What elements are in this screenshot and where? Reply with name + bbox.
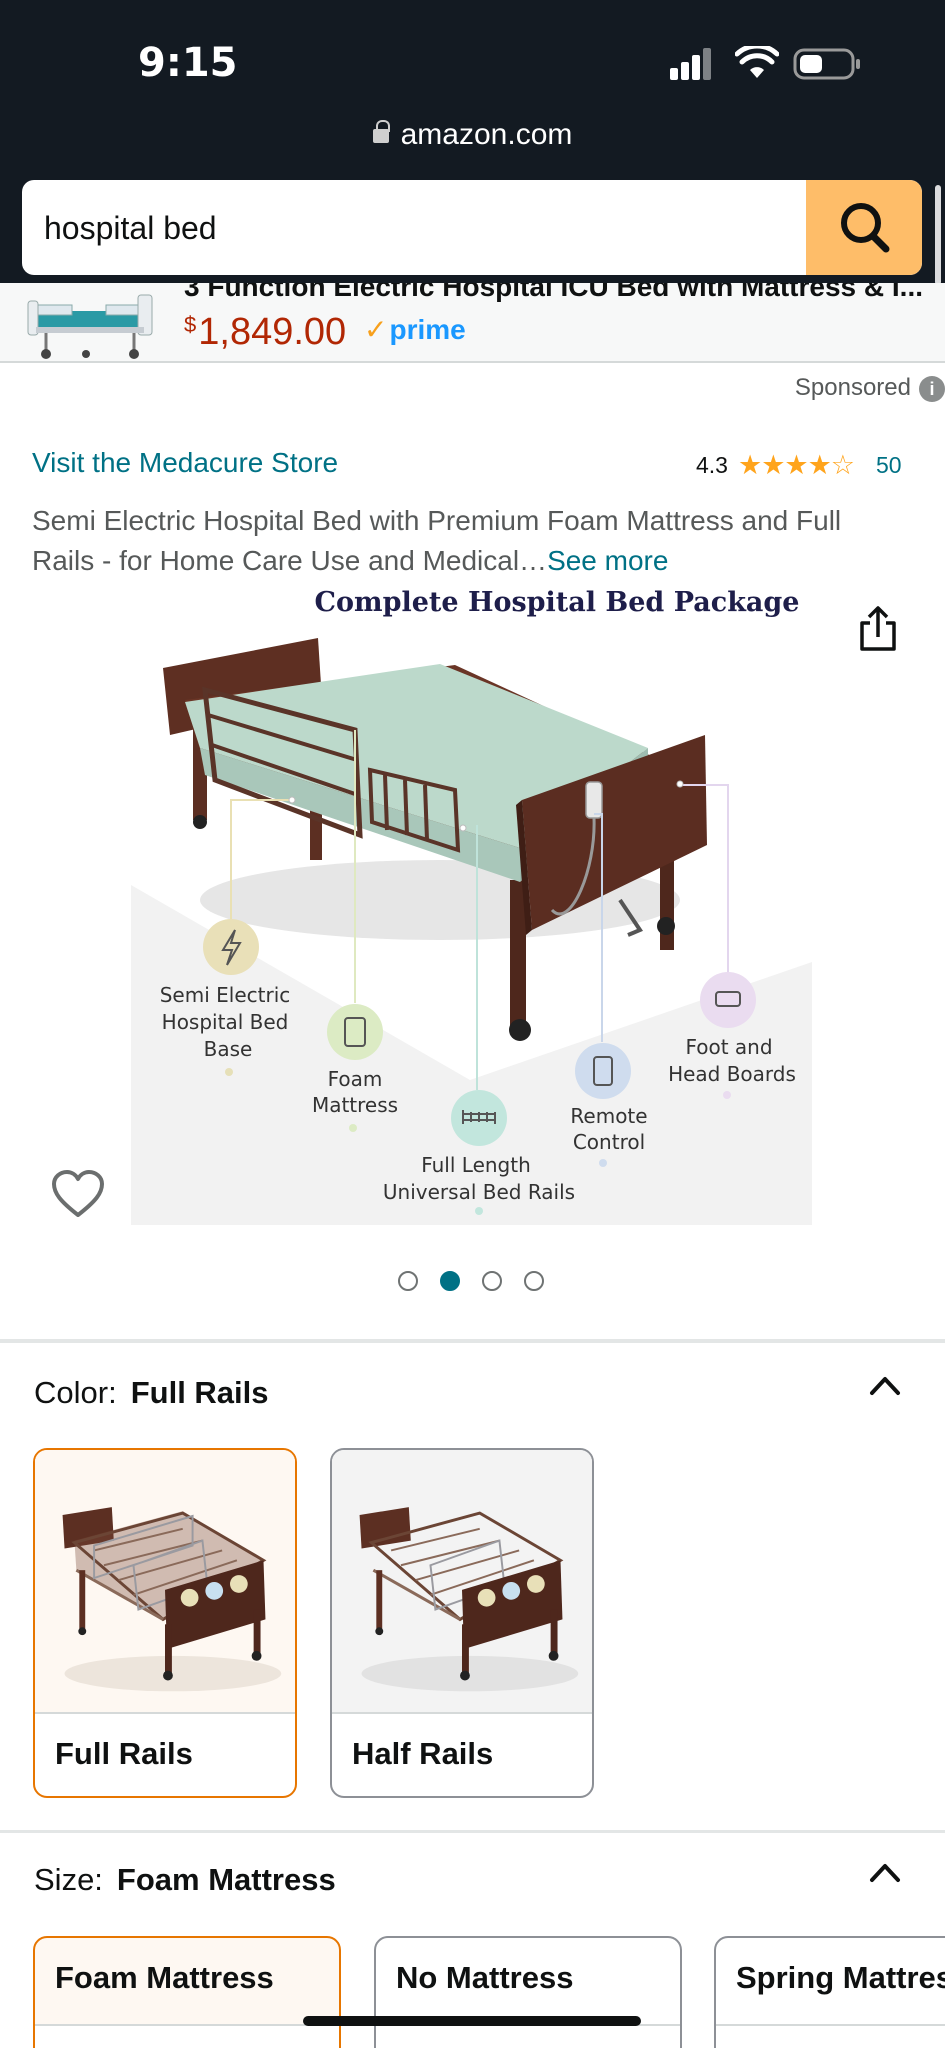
selected-size: Foam Mattress (116, 1862, 336, 1897)
chevron-up-icon[interactable] (868, 1373, 902, 1397)
section-divider (0, 1830, 945, 1833)
image-pagination (398, 1271, 544, 1291)
pagination-dot[interactable] (398, 1271, 418, 1291)
url-text: amazon.com (400, 118, 573, 151)
pagination-dot[interactable] (524, 1271, 544, 1291)
lock-icon (372, 120, 390, 143)
size-option-spring-mattress[interactable]: Spring Mattress (714, 1936, 945, 2048)
svg-text:Universal Bed Rails: Universal Bed Rails (383, 1180, 575, 1204)
product-page: 9:15 amazon.com hospital bed 3 Function … (0, 0, 945, 2048)
info-icon[interactable]: i (919, 376, 945, 402)
search-box (22, 180, 922, 275)
color-selector-header[interactable]: Color: Full Rails (34, 1375, 269, 1411)
review-count[interactable]: 50 (876, 452, 902, 479)
pagination-dot-active[interactable] (440, 1271, 460, 1291)
banner-title[interactable]: 3 Function Electric Hospital ICU Bed wit… (184, 283, 923, 303)
svg-text:Base: Base (204, 1037, 253, 1061)
search-button[interactable] (806, 180, 922, 275)
size-option-foam-mattress[interactable]: Foam Mattress (33, 1936, 341, 2048)
sponsored-product-banner[interactable]: 3 Function Electric Hospital ICU Bed wit… (0, 283, 945, 363)
prime-check-icon: ✓ (364, 314, 388, 345)
clock: 9:15 (138, 40, 238, 86)
battery-icon (793, 48, 860, 80)
wishlist-heart-icon[interactable] (50, 1168, 106, 1220)
selected-color: Full Rails (130, 1375, 269, 1410)
status-bar: 9:15 amazon.com (0, 0, 945, 175)
search-icon (841, 203, 890, 253)
svg-text:Control: Control (573, 1130, 645, 1154)
product-rating[interactable]: 4.3 ★★★★☆ 50 (696, 450, 902, 481)
home-indicator[interactable] (303, 2016, 641, 2026)
color-option-label: Half Rails (352, 1736, 494, 1771)
svg-text:Head Boards: Head Boards (668, 1062, 796, 1086)
product-image[interactable]: Complete Hospital Bed Package Semi Elect… (0, 580, 945, 1240)
cellular-signal-icon (670, 48, 712, 80)
size-option-no-mattress[interactable]: No Mattress (374, 1936, 682, 2048)
sponsored-label[interactable]: Sponsored i (795, 374, 945, 402)
star-rating-icon: ★★★★☆ (737, 450, 855, 480)
svg-text:Foot and: Foot and (685, 1035, 772, 1059)
scroll-indicator (935, 185, 941, 285)
address-bar[interactable]: amazon.com (0, 118, 945, 152)
wifi-icon (735, 46, 779, 78)
color-option-full-rails[interactable]: Full Rails (33, 1448, 297, 1798)
visit-store-link[interactable]: Visit the Medacure Store (32, 447, 338, 479)
see-more-link[interactable]: See more (547, 545, 668, 576)
svg-text:Full Length: Full Length (421, 1153, 531, 1177)
half-rails-bed-image (332, 1450, 592, 1712)
share-icon[interactable] (856, 605, 900, 653)
full-rails-bed-image (35, 1450, 295, 1712)
svg-text:Remote: Remote (570, 1104, 647, 1128)
size-selector-header[interactable]: Size: Foam Mattress (34, 1862, 336, 1898)
section-divider (0, 1339, 945, 1343)
banner-product-image (27, 294, 153, 359)
color-option-label: Full Rails (55, 1736, 193, 1771)
svg-text:Hospital Bed: Hospital Bed (162, 1010, 289, 1034)
search-input[interactable] (44, 200, 804, 256)
svg-text:Mattress: Mattress (312, 1093, 398, 1117)
prime-badge: ✓prime (364, 314, 466, 345)
search-bar (0, 175, 945, 285)
color-option-half-rails[interactable]: Half Rails (330, 1448, 594, 1798)
svg-text:Semi Electric: Semi Electric (160, 983, 291, 1007)
rating-value: 4.3 (696, 452, 728, 478)
pagination-dot[interactable] (482, 1271, 502, 1291)
chevron-up-icon[interactable] (868, 1860, 902, 1884)
svg-text:Foam: Foam (328, 1067, 383, 1091)
banner-price: $1,849.00 (184, 311, 347, 353)
product-title: Semi Electric Hospital Bed with Premium … (32, 505, 842, 576)
image-heading: Complete Hospital Bed Package (315, 587, 800, 618)
